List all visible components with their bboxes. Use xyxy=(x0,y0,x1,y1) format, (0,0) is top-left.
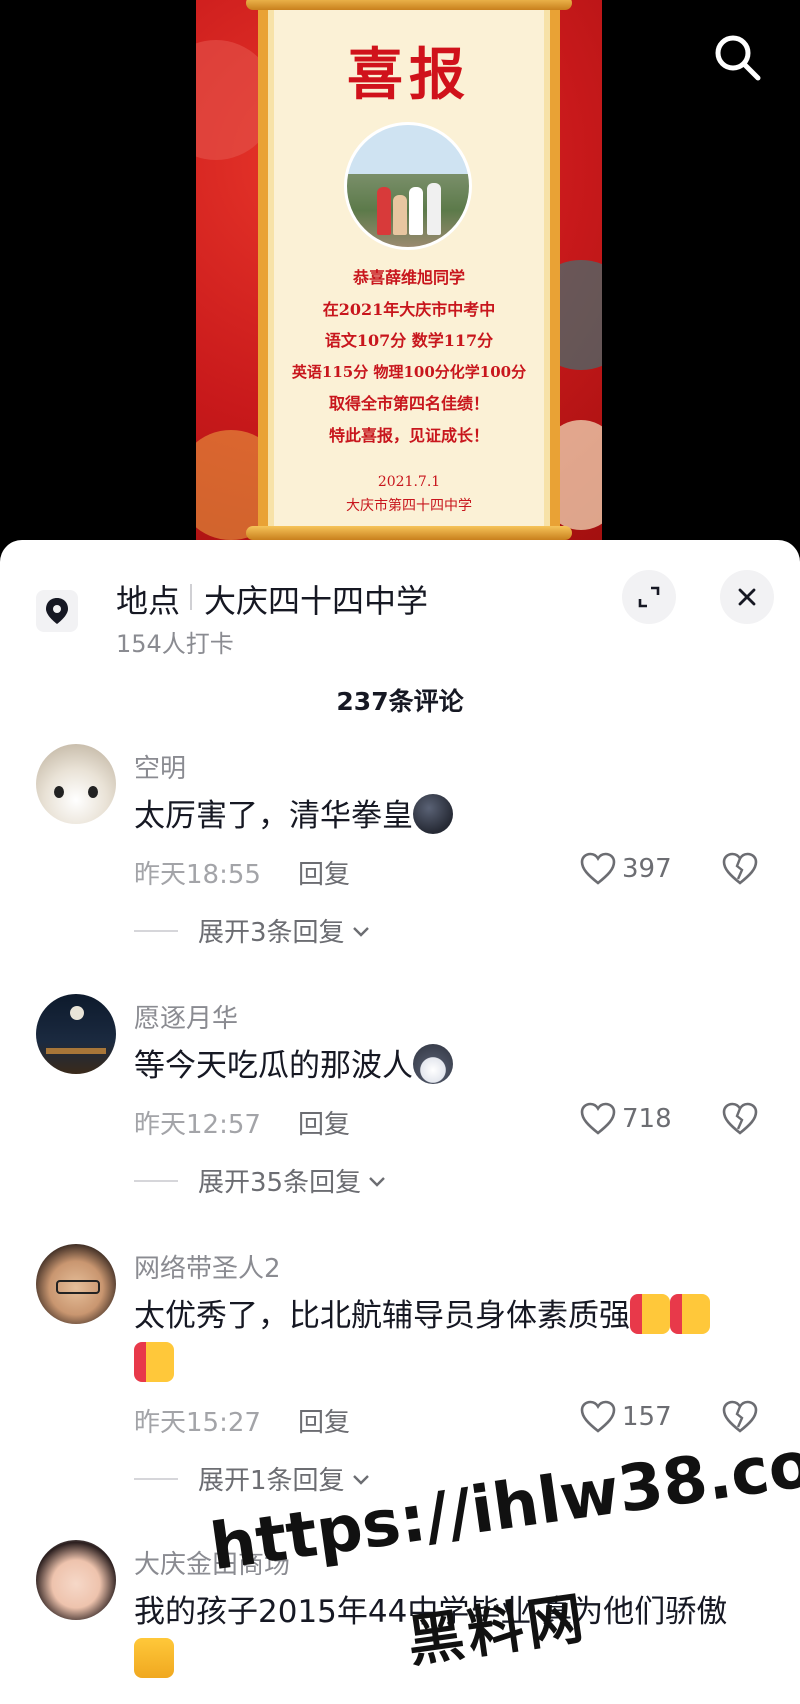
chevron-down-icon xyxy=(352,1474,369,1485)
comment-text: 我的孩子2015年44中学毕业 真为他们骄傲 xyxy=(134,1588,764,1684)
comment-username[interactable]: 大庆金田商场 xyxy=(134,1544,290,1581)
husky-emoji xyxy=(413,1044,453,1084)
search-button[interactable] xyxy=(710,30,764,84)
comment-username[interactable]: 愿逐月华 xyxy=(134,998,238,1035)
heart-icon xyxy=(580,1102,616,1135)
video-player[interactable]: 喜报 恭喜薛维旭同学 在2021年大庆市中考中 语文107分 数学117分 英语… xyxy=(0,0,800,560)
dark-face-emoji xyxy=(413,794,453,834)
like-count: 397 xyxy=(622,854,672,884)
like-button[interactable]: 397 xyxy=(580,852,672,886)
broken-heart-icon xyxy=(722,1102,758,1135)
comment-text: 太优秀了，比北航辅导员身体素质强 xyxy=(134,1292,764,1388)
thumbs-up-emoji xyxy=(670,1294,710,1334)
location-checkins: 154人打卡 xyxy=(116,630,234,658)
chevron-down-icon xyxy=(352,926,369,937)
dislike-button[interactable] xyxy=(722,1102,758,1140)
location-label[interactable]: 地点 xyxy=(116,576,180,622)
avatar[interactable] xyxy=(36,1244,116,1324)
comment-text: 等今天吃瓜的那波人 xyxy=(134,1042,764,1090)
chevron-down-icon xyxy=(369,1176,385,1187)
comment-username[interactable]: 网络带圣人2 xyxy=(134,1248,281,1285)
thumbs-up-emoji xyxy=(630,1294,670,1334)
like-count: 718 xyxy=(622,1104,672,1134)
heart-icon xyxy=(580,1400,616,1433)
poster-scroll: 喜报 恭喜薛维旭同学 在2021年大庆市中考中 语文107分 数学117分 英语… xyxy=(246,0,572,540)
search-icon xyxy=(715,35,761,81)
avatar[interactable] xyxy=(36,744,116,824)
comment-time: 昨天15:27 xyxy=(134,1408,261,1438)
expand-replies-button[interactable]: 展开1条回复 xyxy=(134,1460,373,1497)
pray-emoji xyxy=(134,1638,174,1678)
comment-sheet: 地点 大庆四十四中学 154人打卡 237条评论 空明 太厉害了，清华拳皇 昨天… xyxy=(0,540,800,1704)
comment-text: 太厉害了，清华拳皇 xyxy=(134,792,764,840)
comment-count-title: 237条评论 xyxy=(336,687,464,716)
avatar[interactable] xyxy=(36,1540,116,1620)
location-pin-icon xyxy=(36,590,78,632)
expand-button[interactable] xyxy=(622,570,676,624)
broken-heart-icon xyxy=(722,852,758,885)
dislike-button[interactable] xyxy=(722,1400,758,1438)
dislike-button[interactable] xyxy=(722,852,758,890)
like-count: 157 xyxy=(622,1402,672,1432)
thumbs-up-emoji xyxy=(134,1342,174,1382)
expand-icon xyxy=(638,586,660,608)
close-button[interactable] xyxy=(720,570,774,624)
avatar[interactable] xyxy=(36,994,116,1074)
like-button[interactable]: 718 xyxy=(580,1102,672,1136)
comment-username[interactable]: 空明 xyxy=(134,748,186,785)
poster-photo xyxy=(344,122,472,250)
reply-button[interactable]: 回复 xyxy=(298,1402,350,1439)
reply-button[interactable]: 回复 xyxy=(298,1104,350,1141)
reply-button[interactable]: 回复 xyxy=(298,854,350,891)
poster-signature: 2021.7.1 大庆市第四十四中学 xyxy=(346,474,472,514)
watermark-url: https://ihlw38.com xyxy=(206,1418,800,1586)
expand-replies-button[interactable]: 展开35条回复 xyxy=(134,1162,389,1199)
location-divider xyxy=(190,584,192,610)
close-icon xyxy=(738,588,756,606)
comment-time: 昨天12:57 xyxy=(134,1110,261,1140)
like-button[interactable]: 157 xyxy=(580,1400,672,1434)
heart-icon xyxy=(580,852,616,885)
congratulation-poster: 喜报 恭喜薛维旭同学 在2021年大庆市中考中 语文107分 数学117分 英语… xyxy=(196,0,602,540)
broken-heart-icon xyxy=(722,1400,758,1433)
comment-time: 昨天18:55 xyxy=(134,860,261,890)
poster-title: 喜报 xyxy=(347,42,471,108)
location-name[interactable]: 大庆四十四中学 xyxy=(204,576,428,622)
expand-replies-button[interactable]: 展开3条回复 xyxy=(134,912,373,949)
poster-text: 恭喜薛维旭同学 在2021年大庆市中考中 语文107分 数学117分 英语115… xyxy=(291,268,527,445)
